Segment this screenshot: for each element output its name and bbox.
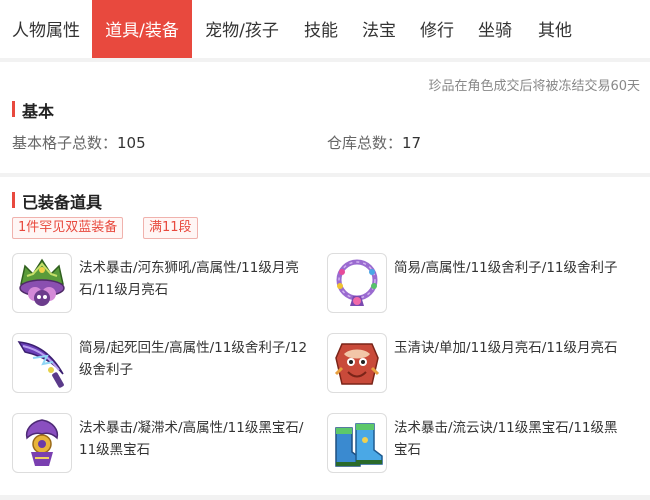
full-level-tag: 满11段 xyxy=(143,217,198,239)
equipment-desc: 简易/高属性/11级舍利子/11级舍利子 xyxy=(394,260,618,276)
weapon-icon xyxy=(12,333,72,393)
warehouse-label: 仓库总数： xyxy=(327,134,403,152)
equipment-desc: 玉清诀/单加/11级月亮石/11级月亮石 xyxy=(394,340,618,356)
tab-skills[interactable]: 技能 xyxy=(292,0,350,58)
equipment-item[interactable]: 简易/高属性/11级舍利子/11级舍利子 xyxy=(327,253,627,315)
equipment-desc: 法术暴击/流云诀/11级黑宝石/11级黑宝石 xyxy=(394,420,618,458)
tab-others[interactable]: 其他 xyxy=(524,0,586,58)
equipment-desc: 简易/起死回生/高属性/11级舍利子/12级舍利子 xyxy=(79,340,308,378)
necklace-icon xyxy=(327,253,387,313)
equipment-item[interactable]: 法术暴击/凝滞术/高属性/11级黑宝石/11级黑宝石 xyxy=(12,413,312,475)
warehouse-value: 17 xyxy=(402,134,422,152)
freeze-notice: 珍品在角色成交后将被冻结交易60天 xyxy=(428,79,640,94)
equipped-panel: 已装备道具 1件罕见双蓝装备 满11段 法术暴击/河东狮吼/高属性/11级月亮石… xyxy=(0,177,650,495)
tab-items-equipment[interactable]: 道具/装备 xyxy=(92,0,192,58)
warehouse-stat: 仓库总数：17 xyxy=(327,132,421,153)
basic-section-title: 基本 xyxy=(12,98,54,122)
armor-icon xyxy=(327,333,387,393)
tab-magic-treasure[interactable]: 法宝 xyxy=(350,0,408,58)
tab-cultivation[interactable]: 修行 xyxy=(408,0,466,58)
equipment-item[interactable]: 法术暴击/河东狮吼/高属性/11级月亮石/11级月亮石 xyxy=(12,253,312,315)
tab-character-attributes[interactable]: 人物属性 xyxy=(0,0,92,58)
equipment-desc: 法术暴击/凝滞术/高属性/11级黑宝石/11级黑宝石 xyxy=(79,420,304,458)
equipped-section-title: 已装备道具 xyxy=(12,189,102,213)
equipment-item[interactable]: 玉清诀/单加/11级月亮石/11级月亮石 xyxy=(327,333,627,395)
tab-pets-children[interactable]: 宠物/孩子 xyxy=(192,0,292,58)
equipment-item[interactable]: 简易/起死回生/高属性/11级舍利子/12级舍利子 xyxy=(12,333,312,395)
basic-slots-label: 基本格子总数： xyxy=(12,134,118,152)
boots-icon xyxy=(327,413,387,473)
basic-slots-stat: 基本格子总数：105 xyxy=(12,132,146,153)
tab-mounts[interactable]: 坐骑 xyxy=(466,0,524,58)
basic-panel: 珍品在角色成交后将被冻结交易60天 基本 基本格子总数：105 仓库总数：17 xyxy=(0,62,650,173)
belt-icon xyxy=(12,413,72,473)
basic-slots-value: 105 xyxy=(117,134,146,152)
equipment-item[interactable]: 法术暴击/流云诀/11级黑宝石/11级黑宝石 xyxy=(327,413,627,475)
tab-bar: 人物属性 道具/装备 宠物/孩子 技能 法宝 修行 坐骑 其他 xyxy=(0,0,650,58)
rare-equipment-tag: 1件罕见双蓝装备 xyxy=(12,217,124,239)
equipment-desc: 法术暴击/河东狮吼/高属性/11级月亮石/11级月亮石 xyxy=(79,260,299,298)
helmet-icon xyxy=(12,253,72,313)
